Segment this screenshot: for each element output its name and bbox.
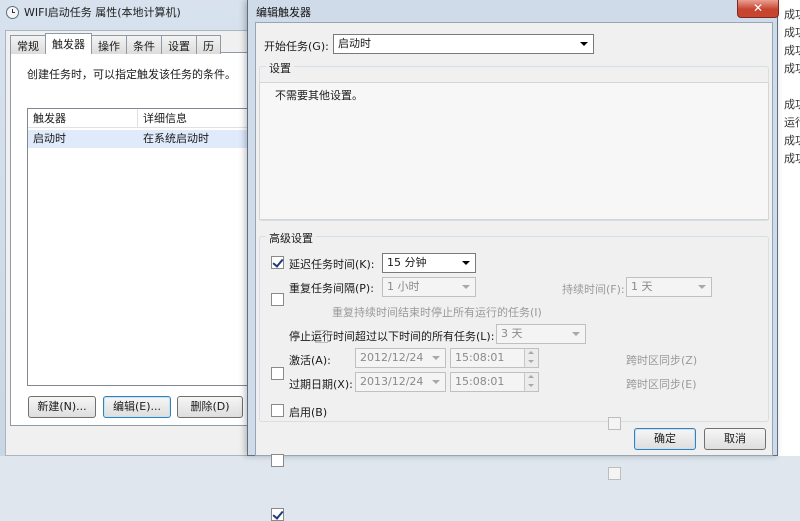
activate-date-value: 2012/12/24 [360, 351, 424, 364]
close-button[interactable]: ✕ [737, 0, 779, 18]
start-task-label: 开始任务(G): [264, 40, 329, 53]
list-item: 成功 [784, 26, 800, 39]
ok-button[interactable]: 确定 [634, 428, 696, 450]
delay-value: 15 分钟 [387, 256, 427, 269]
enabled-checkbox[interactable] [271, 508, 284, 521]
chevron-down-icon [580, 42, 588, 46]
tab-settings[interactable]: 设置 [161, 35, 197, 54]
table-row[interactable]: 启动时 在系统启动时 [28, 130, 261, 148]
cancel-button[interactable]: 取消 [704, 428, 766, 450]
settings-text: 不需要其他设置。 [275, 89, 363, 102]
clock-icon [6, 5, 19, 19]
chevron-down-icon [572, 332, 580, 336]
enabled-label: 启用(B) [289, 406, 328, 419]
triggers-description: 创建任务时，可以指定触发该任务的条件。 [27, 68, 236, 81]
task-properties-titlebar: WIFI启动任务 属性(本地计算机) [0, 0, 262, 24]
start-task-select[interactable]: 启动时 [333, 34, 594, 54]
cell-trigger: 启动时 [33, 132, 66, 145]
dialog-titlebar [248, 0, 779, 22]
chevron-down-icon [432, 356, 440, 360]
settings-group-title: 设置 [266, 60, 294, 76]
activate-sync-checkbox[interactable] [608, 417, 621, 430]
list-item: 成功 [784, 134, 800, 147]
chevron-down-icon [698, 285, 706, 289]
list-item: 运行 [784, 116, 800, 129]
column-header-trigger[interactable]: 触发器 [28, 109, 138, 128]
repeat-interval-select[interactable]: 1 小时 [382, 277, 476, 297]
spinner-icon[interactable] [524, 373, 538, 391]
stop-longer-value: 3 天 [501, 327, 523, 340]
stop-longer-select[interactable]: 3 天 [496, 324, 586, 344]
tab-general[interactable]: 常规 [10, 35, 46, 54]
stop-at-end-label: 重复持续时间结束时停止所有运行的任务(I) [332, 306, 542, 319]
activate-time-value: 15:08:01 [455, 351, 505, 364]
dialog-title: 编辑触发器 [256, 6, 311, 19]
tab-strip: 常规 触发器 操作 条件 设置 历 [10, 33, 221, 54]
spinner-icon[interactable] [524, 349, 538, 367]
duration-value: 1 天 [631, 280, 653, 293]
chevron-down-icon [432, 380, 440, 384]
list-item: 成功 [784, 62, 800, 75]
activate-time-input[interactable]: 15:08:01 [450, 348, 539, 368]
column-header-detail[interactable]: 详细信息 [138, 109, 263, 128]
cell-detail: 在系统启动时 [143, 132, 209, 145]
tab-triggers[interactable]: 触发器 [45, 33, 92, 54]
advanced-settings-title: 高级设置 [266, 230, 316, 246]
repeat-label: 重复任务间隔(P): [289, 282, 374, 295]
expire-label: 过期日期(X): [289, 378, 353, 391]
background-history-list: 成功 成功 成功 成功 成功 运行 成功 成功 [776, 0, 800, 456]
list-item: 成功 [784, 98, 800, 111]
activate-checkbox[interactable] [271, 404, 284, 417]
triggers-table: 触发器 详细信息 启动时 在系统启动时 [27, 108, 263, 386]
stop-longer-label: 停止运行时间超过以下时间的所有任务(L): [289, 330, 495, 343]
new-trigger-button[interactable]: 新建(N)... [28, 396, 96, 418]
expire-time-value: 15:08:01 [455, 375, 505, 388]
expire-date-value: 2013/12/24 [360, 375, 424, 388]
start-task-value: 启动时 [338, 37, 371, 50]
close-icon: ✕ [752, 1, 764, 15]
activate-label: 激活(A): [289, 354, 331, 367]
edit-trigger-button[interactable]: 编辑(E)... [103, 396, 171, 418]
list-item: 成功 [784, 152, 800, 165]
tab-conditions[interactable]: 条件 [126, 35, 162, 54]
expire-sync-label: 跨时区同步(E) [626, 378, 697, 391]
delay-select[interactable]: 15 分钟 [382, 253, 476, 273]
list-item: 成功 [784, 44, 800, 57]
delay-checkbox[interactable] [271, 256, 284, 269]
activate-date-picker[interactable]: 2012/12/24 [355, 348, 446, 368]
chevron-down-icon [462, 261, 470, 265]
list-item: 成功 [784, 8, 800, 21]
activate-sync-label: 跨时区同步(Z) [626, 354, 698, 367]
window-title: WIFI启动任务 属性(本地计算机) [24, 6, 181, 19]
tab-actions[interactable]: 操作 [91, 35, 127, 54]
duration-select[interactable]: 1 天 [626, 277, 712, 297]
chevron-down-icon [462, 285, 470, 289]
delay-label: 延迟任务时间(K): [289, 258, 375, 271]
expire-time-input[interactable]: 15:08:01 [450, 372, 539, 392]
delete-trigger-button[interactable]: 删除(D) [177, 396, 243, 418]
stop-longer-checkbox[interactable] [271, 367, 284, 380]
tab-history[interactable]: 历 [196, 35, 221, 54]
expire-date-picker[interactable]: 2013/12/24 [355, 372, 446, 392]
duration-label: 持续时间(F): [562, 283, 625, 296]
repeat-checkbox[interactable] [271, 293, 284, 306]
repeat-interval-value: 1 小时 [387, 280, 420, 293]
expire-sync-checkbox[interactable] [608, 467, 621, 480]
